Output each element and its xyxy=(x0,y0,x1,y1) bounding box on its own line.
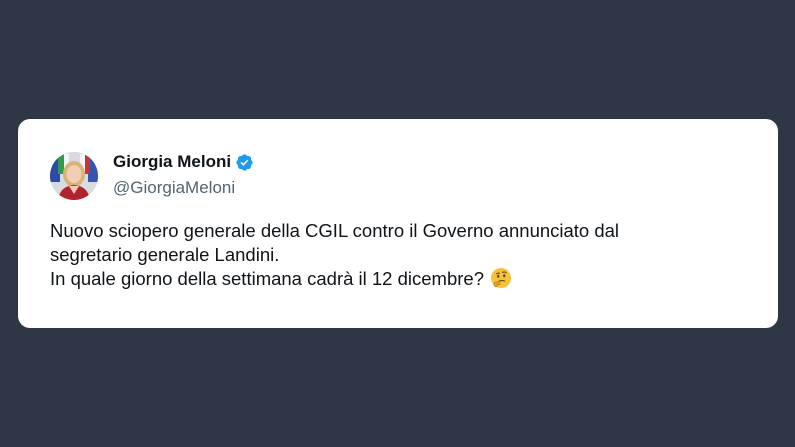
tweet-text-line: segretario generale Landini. xyxy=(50,244,280,265)
author-display-name[interactable]: Giorgia Meloni xyxy=(113,151,231,173)
tweet-text: Nuovo sciopero generale della CGIL contr… xyxy=(50,219,750,291)
thinking-face-icon xyxy=(490,267,512,289)
verified-badge-icon xyxy=(235,153,254,172)
avatar-image xyxy=(50,152,98,200)
name-row: Giorgia Meloni xyxy=(113,151,254,173)
tweet-text-line: Nuovo sciopero generale della CGIL contr… xyxy=(50,220,620,241)
author-handle[interactable]: @GiorgiaMeloni xyxy=(113,177,254,199)
avatar[interactable] xyxy=(50,152,98,200)
tweet-card[interactable]: Giorgia Meloni @GiorgiaMeloni Nuovo scio… xyxy=(18,119,778,328)
tweet-author: Giorgia Meloni @GiorgiaMeloni xyxy=(113,151,254,199)
tweet-text-line: In quale giorno della settimana cadrà il… xyxy=(50,268,484,289)
tweet-text-line-with-emoji: In quale giorno della settimana cadrà il… xyxy=(50,267,750,291)
